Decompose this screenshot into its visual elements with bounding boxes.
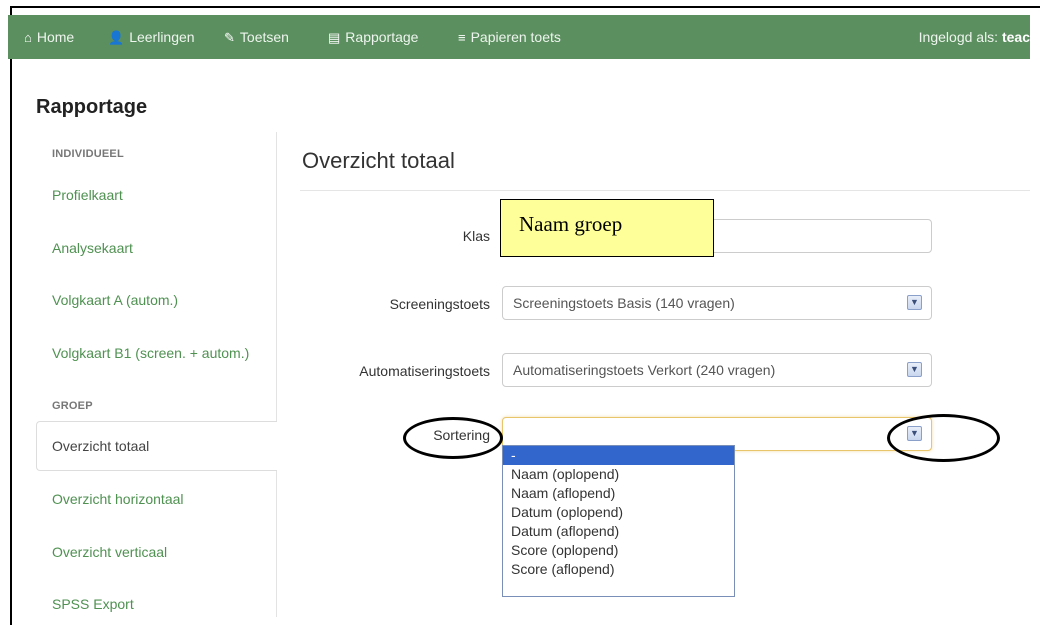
report-icon: ▤	[328, 30, 341, 45]
sidebar-divider	[276, 132, 277, 617]
dropdown-option[interactable]: Datum (oplopend)	[503, 503, 734, 522]
nav-leerlingen[interactable]: 👤 Leerlingen	[108, 15, 195, 59]
klas-label: Klas	[462, 228, 490, 244]
annotation-ellipse-arrow	[887, 414, 1000, 462]
sidebar-item-label: Overzicht totaal	[52, 438, 150, 454]
nav-rapportage-label: Rapportage	[345, 29, 419, 45]
nav-papieren-toets[interactable]: ≡ Papieren toets	[458, 15, 561, 59]
home-icon: ⌂	[24, 30, 32, 45]
dropdown-option[interactable]: -	[503, 446, 734, 465]
nav-papieren-toets-label: Papieren toets	[470, 29, 561, 45]
content-divider	[300, 190, 1030, 191]
nav-home[interactable]: ⌂ Home	[24, 15, 74, 59]
login-prefix: Ingelogd als:	[918, 29, 1002, 45]
screeningstoets-value: Screeningstoets Basis (140 vragen)	[513, 295, 735, 311]
sidebar-item-profielkaart[interactable]: Profielkaart	[52, 187, 123, 203]
top-navbar: ⌂ Home 👤 Leerlingen ✎ Toetsen ▤ Rapportage ≡…	[8, 15, 1030, 59]
sidebar-item-overzicht-verticaal[interactable]: Overzicht verticaal	[52, 544, 167, 560]
sidebar-item-overzicht-horizontaal[interactable]: Overzicht horizontaal	[52, 491, 184, 507]
user-icon: 👤	[108, 30, 125, 45]
pencil-icon: ✎	[224, 30, 235, 45]
nav-toetsen[interactable]: ✎ Toetsen	[224, 15, 289, 59]
chevron-down-icon[interactable]: ▼	[907, 362, 922, 377]
dropdown-option[interactable]: Datum (aflopend)	[503, 522, 734, 541]
dropdown-option[interactable]: Score (aflopend)	[503, 560, 734, 579]
naam-groep-annotation: Naam groep	[500, 199, 714, 257]
sidebar-heading-groep: GROEP	[52, 400, 93, 412]
sortering-dropdown-list: - Naam (oplopend) Naam (aflopend) Datum …	[502, 445, 735, 597]
chevron-down-icon[interactable]: ▼	[907, 295, 922, 310]
sidebar-item-volgkaart-a[interactable]: Volgkaart A (autom.)	[52, 292, 178, 308]
automatiseringstoets-value: Automatiseringstoets Verkort (240 vragen…	[513, 362, 776, 378]
content-title: Overzicht totaal	[302, 148, 455, 173]
sidebar-item-analysekaart[interactable]: Analysekaart	[52, 240, 133, 256]
list-icon: ≡	[458, 30, 466, 45]
nav-leerlingen-label: Leerlingen	[129, 29, 195, 45]
login-status: Ingelogd als: teac	[919, 15, 1030, 59]
automatiseringstoets-label: Automatiseringstoets	[359, 363, 490, 379]
dropdown-option[interactable]: Naam (oplopend)	[503, 465, 734, 484]
dropdown-option[interactable]: Naam (aflopend)	[503, 484, 734, 503]
sidebar-heading-individueel: INDIVIDUEEL	[52, 148, 124, 160]
page-title: Rapportage	[36, 96, 148, 118]
automatiseringstoets-select[interactable]: Automatiseringstoets Verkort (240 vragen…	[502, 353, 932, 387]
sidebar-item-volgkaart-b1[interactable]: Volgkaart B1 (screen. + autom.)	[52, 345, 249, 361]
sidebar-item-overzicht-totaal[interactable]: Overzicht totaal	[36, 421, 277, 471]
screeningstoets-select[interactable]: Screeningstoets Basis (140 vragen) ▼	[502, 286, 932, 320]
dropdown-option[interactable]: Score (oplopend)	[503, 541, 734, 560]
nav-home-label: Home	[36, 29, 75, 45]
login-user[interactable]: teac	[1002, 29, 1030, 45]
screeningstoets-label: Screeningstoets	[389, 296, 490, 312]
annotation-ellipse-sortering	[403, 417, 503, 459]
nav-toetsen-label: Toetsen	[239, 29, 289, 45]
sidebar-item-spss-export[interactable]: SPSS Export	[52, 596, 134, 612]
nav-rapportage[interactable]: ▤ Rapportage	[328, 15, 418, 59]
